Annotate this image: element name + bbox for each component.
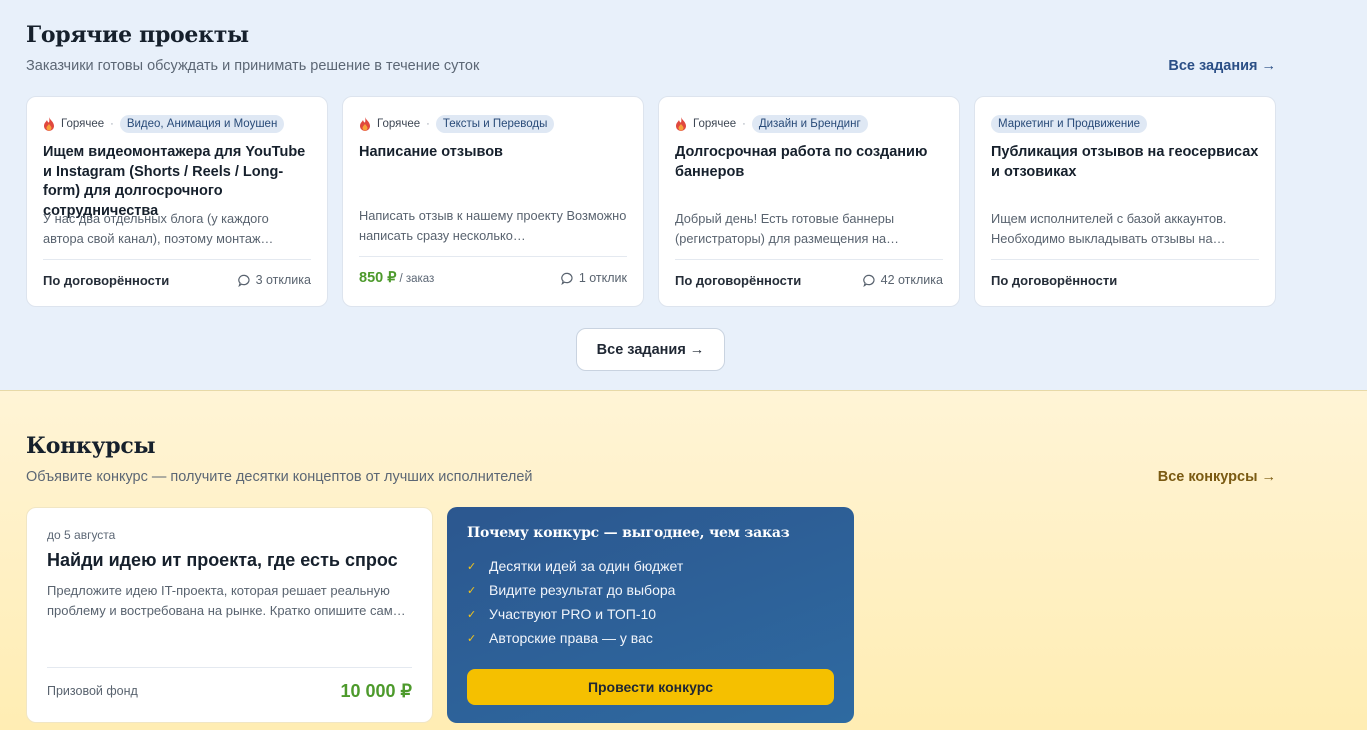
card-divider <box>47 667 412 668</box>
project-description: У нас два отдельных блога (у каждого авт… <box>43 211 274 246</box>
fire-icon <box>676 117 686 131</box>
contest-deadline: до 5 августа <box>47 528 116 542</box>
project-card[interactable]: Маркетинг и Продвижение Публикация отзыв… <box>974 96 1276 307</box>
project-description: Написать отзыв к нашему проекту Возможно… <box>359 208 627 243</box>
project-title[interactable]: Написание отзывов <box>359 143 627 163</box>
contests-subtitle: Объявите конкурс — получите десятки конц… <box>26 469 533 485</box>
responses-label: 42 отклика <box>880 273 943 287</box>
card-footer: По договорённости 42 отклика <box>675 269 943 291</box>
hot-projects-list: Горячее · Видео, Анимация и Моушен Ищем … <box>26 96 1276 307</box>
why-contest-panel: Почему конкурс — выгоднее, чем заказ ✓ Де… <box>447 507 854 723</box>
project-card[interactable]: Горячее · Тексты и Переводы Написание от… <box>342 96 644 307</box>
card-meta: Горячее · Тексты и Переводы <box>359 113 627 135</box>
price-value: 850 ₽ <box>359 270 397 286</box>
benefits-list: ✓ Десятки идей за один бюджет ✓ Видите рез… <box>467 554 834 650</box>
responses-count: 3 отклика <box>237 273 311 287</box>
price-unit: / заказ <box>399 273 435 285</box>
responses-count: 42 отклика <box>862 273 943 287</box>
project-description: Ищем исполнителей с базой аккаунтов. Нео… <box>991 211 1227 246</box>
card-divider <box>359 256 627 257</box>
card-footer: По договорённости 3 отклика <box>43 269 311 291</box>
separator-dot: · <box>110 118 114 130</box>
responses-label: 3 отклика <box>255 273 311 287</box>
separator-dot: · <box>742 118 746 130</box>
project-title[interactable]: Публикация отзывов на геосервисах и отзо… <box>991 143 1259 182</box>
separator-dot: · <box>426 118 430 130</box>
benefit-item: ✓ Участвуют PRO и ТОП-10 <box>467 602 834 626</box>
all-tasks-button[interactable]: Все задания → <box>576 328 725 371</box>
check-icon: ✓ <box>467 608 477 621</box>
card-meta: Маркетинг и Продвижение <box>991 113 1259 135</box>
project-card[interactable]: Горячее · Дизайн и Брендинг Долгосрочная… <box>658 96 960 307</box>
card-divider <box>991 259 1259 260</box>
fire-icon <box>360 117 370 131</box>
benefit-item: ✓ Видите результат до выбора <box>467 578 834 602</box>
responses-label: 1 отклик <box>578 271 627 285</box>
start-contest-button[interactable]: Провести конкурс <box>467 669 834 705</box>
responses-count: 1 отклик <box>561 271 627 285</box>
category-badge[interactable]: Маркетинг и Продвижение <box>991 115 1148 133</box>
benefit-text: Участвуют PRO и ТОП-10 <box>489 606 657 622</box>
card-meta: Горячее · Дизайн и Брендинг <box>675 113 943 135</box>
benefit-text: Десятки идей за один бюджет <box>489 558 684 574</box>
hot-label: Горячее <box>61 118 105 130</box>
fire-icon <box>44 117 54 131</box>
benefit-text: Видите результат до выбора <box>489 582 676 598</box>
all-contests-link[interactable]: Все конкурсы → <box>1158 469 1276 485</box>
card-footer: По договорённости <box>991 269 1259 291</box>
project-title[interactable]: Долгосрочная работа по созданию баннеров <box>675 143 943 182</box>
comment-icon <box>862 274 875 287</box>
contests-title: Конкурсы <box>26 433 156 459</box>
comment-icon <box>561 272 573 285</box>
benefit-item: ✓ Авторские права — у вас <box>467 626 834 650</box>
all-tasks-link[interactable]: Все задания → <box>1168 58 1276 74</box>
category-badge[interactable]: Тексты и Переводы <box>435 115 555 133</box>
comment-icon <box>237 274 250 287</box>
contest-card[interactable]: до 5 августа Найди идею ит проекта, где … <box>26 507 433 723</box>
price-negotiable: По договорённости <box>675 272 802 288</box>
price: 850 ₽ / заказ <box>359 269 434 287</box>
contest-footer: Призовой фонд 10 000 ₽ <box>47 678 412 704</box>
card-footer: 850 ₽ / заказ 1 отклик <box>359 267 627 289</box>
card-divider <box>675 259 943 260</box>
card-meta: Горячее · Видео, Анимация и Моушен <box>43 113 311 135</box>
category-badge[interactable]: Дизайн и Брендинг <box>751 115 868 133</box>
benefit-item: ✓ Десятки идей за один бюджет <box>467 554 834 578</box>
card-divider <box>43 259 311 260</box>
project-card[interactable]: Горячее · Видео, Анимация и Моушен Ищем … <box>26 96 328 307</box>
hot-label: Горячее <box>693 118 737 130</box>
check-icon: ✓ <box>467 560 477 573</box>
prize-fund-label: Призовой фонд <box>47 684 138 698</box>
price-negotiable: По договорённости <box>991 272 1118 288</box>
prize-fund-value: 10 000 ₽ <box>340 680 412 701</box>
benefit-text: Авторские права — у вас <box>489 630 653 646</box>
hot-projects-title: Горячие проекты <box>26 22 249 48</box>
project-description: Добрый день! Есть готовые баннеры (регис… <box>675 211 899 246</box>
hot-projects-subtitle: Заказчики готовы обсуждать и принимать р… <box>26 58 480 74</box>
why-contest-title: Почему конкурс — выгоднее, чем заказ <box>467 525 790 541</box>
check-icon: ✓ <box>467 632 477 645</box>
price-negotiable: По договорённости <box>43 272 170 288</box>
check-icon: ✓ <box>467 584 477 597</box>
contest-title[interactable]: Найди идею ит проекта, где есть спрос <box>47 550 412 571</box>
hot-label: Горячее <box>377 118 421 130</box>
contest-description: Предложите идею IT-проекта, которая реша… <box>47 583 406 618</box>
category-badge[interactable]: Видео, Анимация и Моушен <box>119 115 285 133</box>
hot-projects-section: Горячие проекты Заказчики готовы обсужда… <box>0 0 1367 391</box>
